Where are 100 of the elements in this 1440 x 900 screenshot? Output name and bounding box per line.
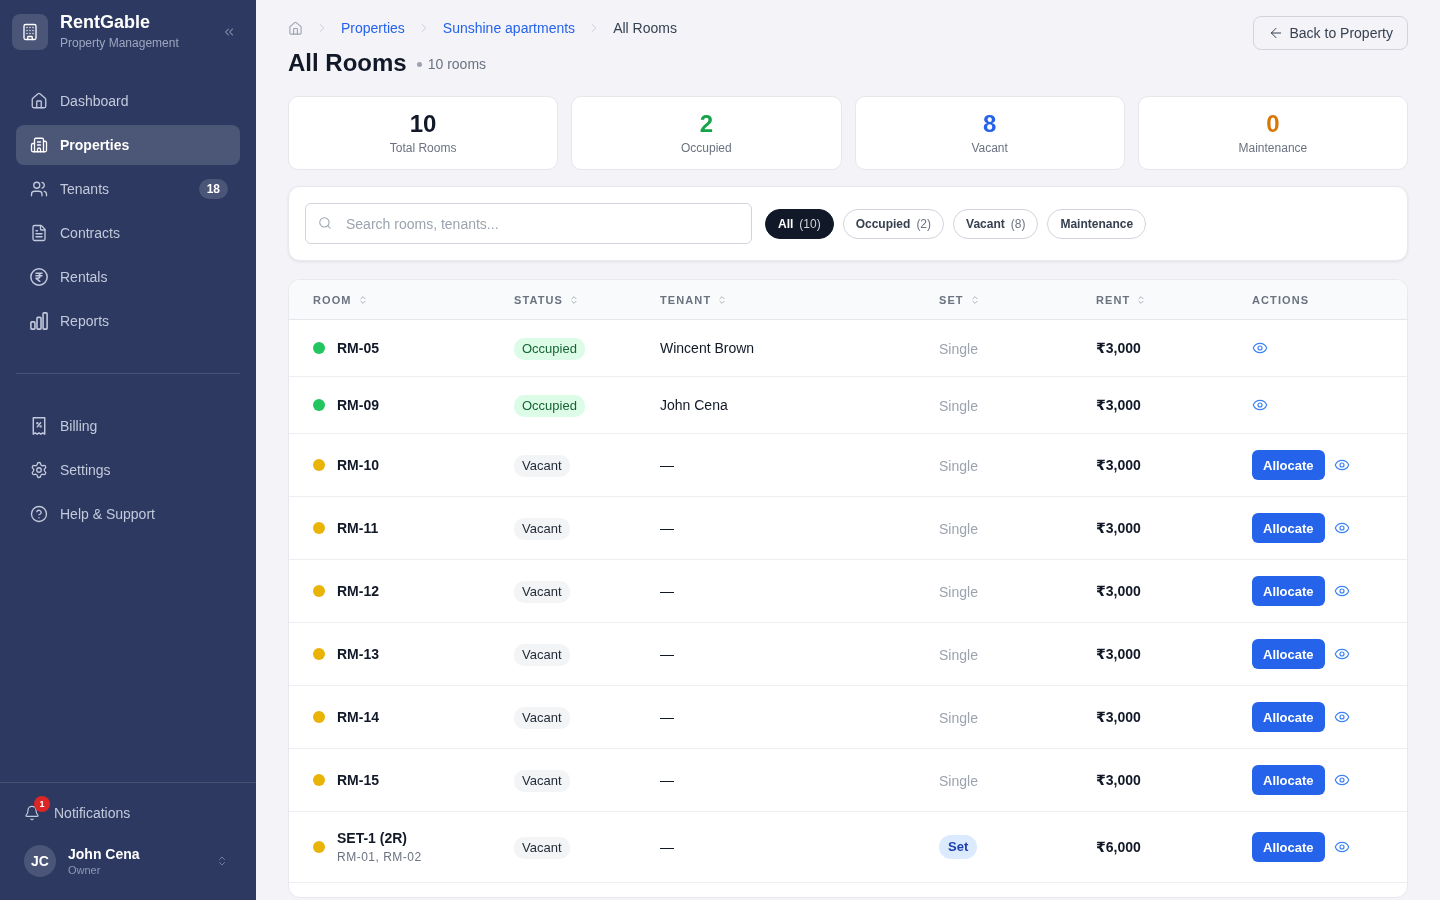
status-badge: Vacant [514,644,570,666]
status-badge: Vacant [514,581,570,603]
room-name: RM-12 [337,582,379,601]
view-eye-icon[interactable] [1333,583,1350,599]
help-icon [30,505,48,523]
filter-chip[interactable]: Occupied (2) [842,208,945,239]
set-type: Single [939,773,978,789]
count-badge: 18 [198,179,228,199]
allocate-button[interactable]: Allocate [1252,702,1325,732]
view-eye-icon[interactable] [1252,340,1268,356]
tenant-text: — [660,772,674,788]
breadcrumb-link[interactable]: Properties [341,20,405,36]
set-type: Single [939,521,978,537]
sidebar-nav-item[interactable]: Settings [16,450,240,490]
status-badge: Occupied [514,338,585,360]
breadcrumb-current: All Rooms [613,20,677,36]
set-type: Single [939,341,978,357]
sidebar-nav-item[interactable]: Dashboard [16,81,240,121]
view-eye-icon[interactable] [1333,709,1350,725]
view-eye-icon[interactable] [1333,646,1350,662]
brand-name: RentGable [60,11,152,33]
allocate-button[interactable]: Allocate [1252,513,1325,543]
brand-tagline: Property Management [60,35,180,51]
breadcrumb-link[interactable]: Sunshine apartments [442,20,576,36]
receipt-icon [30,417,48,435]
view-eye-icon[interactable] [1333,520,1350,536]
allocate-button[interactable]: Allocate [1252,639,1325,669]
column-header[interactable]: RENT [1096,293,1131,306]
status-badge: Vacant [514,707,570,729]
status-badge: Vacant [514,455,570,477]
stat-label: Occupied [681,140,732,156]
stat-value: 8 [982,110,997,138]
view-eye-icon[interactable] [1333,839,1350,855]
notification-count: 1 [34,796,50,812]
bell-icon [24,805,40,821]
building-icon [30,136,48,154]
rent-amount: ₹3,000 [1096,772,1141,788]
set-type: Single [939,710,978,726]
search-field[interactable]: Search rooms, tenants... [305,203,752,244]
room-members: RM-01, RM-02 [337,849,422,866]
room-name: RM-05 [337,339,379,358]
sidebar-nav-item[interactable]: Contracts [16,213,240,253]
room-name: RM-09 [337,396,379,415]
rent-amount: ₹3,000 [1096,583,1141,599]
room-name: RM-10 [337,456,379,475]
notifications-link[interactable]: 1 Notifications [16,793,240,833]
sidebar-nav-item[interactable]: Reports [16,301,240,341]
separator-dot-icon [416,62,422,67]
rent-amount: ₹3,000 [1096,340,1141,356]
view-eye-icon[interactable] [1252,397,1268,413]
users-icon [30,180,48,198]
tenant-text: — [660,646,674,662]
page-title: All Rooms [288,48,407,78]
sidebar-nav-item[interactable]: Tenants 18 [16,169,240,209]
bar-chart-icon [30,312,48,330]
status-badge: Vacant [514,837,570,859]
home-icon [30,92,48,110]
column-header[interactable]: STATUS [514,293,563,306]
room-name: RM-14 [337,708,379,727]
rent-amount: ₹6,000 [1096,839,1141,855]
sidebar-nav-item[interactable]: Rentals [16,257,240,297]
allocate-button[interactable]: Allocate [1252,832,1325,862]
back-to-property-button[interactable]: Back to Property [1252,16,1408,50]
room-name: RM-13 [337,645,379,664]
allocate-button[interactable]: Allocate [1252,765,1325,795]
filter-chip[interactable]: All (10) [765,208,834,239]
column-header[interactable]: ROOM [313,293,352,306]
search-icon [318,216,332,230]
view-eye-icon[interactable] [1333,772,1350,788]
room-name: RM-11 [337,519,379,538]
filter-chip[interactable]: Maintenance [1047,208,1147,239]
set-type: Single [939,458,978,474]
sidebar-nav-item[interactable]: Billing [16,406,240,446]
stat-value: 2 [699,110,714,138]
allocate-button[interactable]: Allocate [1252,450,1325,480]
tenant-text: Wincent Brown [660,340,755,356]
account-menu-chevrons-icon[interactable] [216,855,228,867]
building-logo-icon [12,14,48,50]
set-type: Single [939,647,978,663]
view-eye-icon[interactable] [1333,457,1350,473]
status-badge: Occupied [514,395,585,417]
room-count: 10 rooms [427,56,487,72]
set-tag: Set [939,835,978,859]
allocate-button[interactable]: Allocate [1252,576,1325,606]
sidebar-nav-item[interactable]: Help & Support [16,494,240,534]
column-header: ACTIONS [1252,293,1310,306]
collapse-sidebar-icon[interactable] [222,25,236,39]
home-icon[interactable] [288,20,303,36]
column-header[interactable]: TENANT [660,293,712,306]
stat-label: Total Rooms [389,140,457,156]
column-header[interactable]: SET [939,293,964,306]
sidebar-nav-item[interactable]: Properties [16,125,240,165]
filter-chip[interactable]: Vacant (8) [953,208,1039,239]
stat-value: 0 [1266,110,1280,138]
document-icon [30,224,48,242]
user-role: Owner [68,863,102,877]
rent-amount: ₹3,000 [1096,709,1141,725]
status-badge: Vacant [514,518,570,540]
tenant-text: — [660,520,674,536]
tenant-text: — [660,709,674,725]
